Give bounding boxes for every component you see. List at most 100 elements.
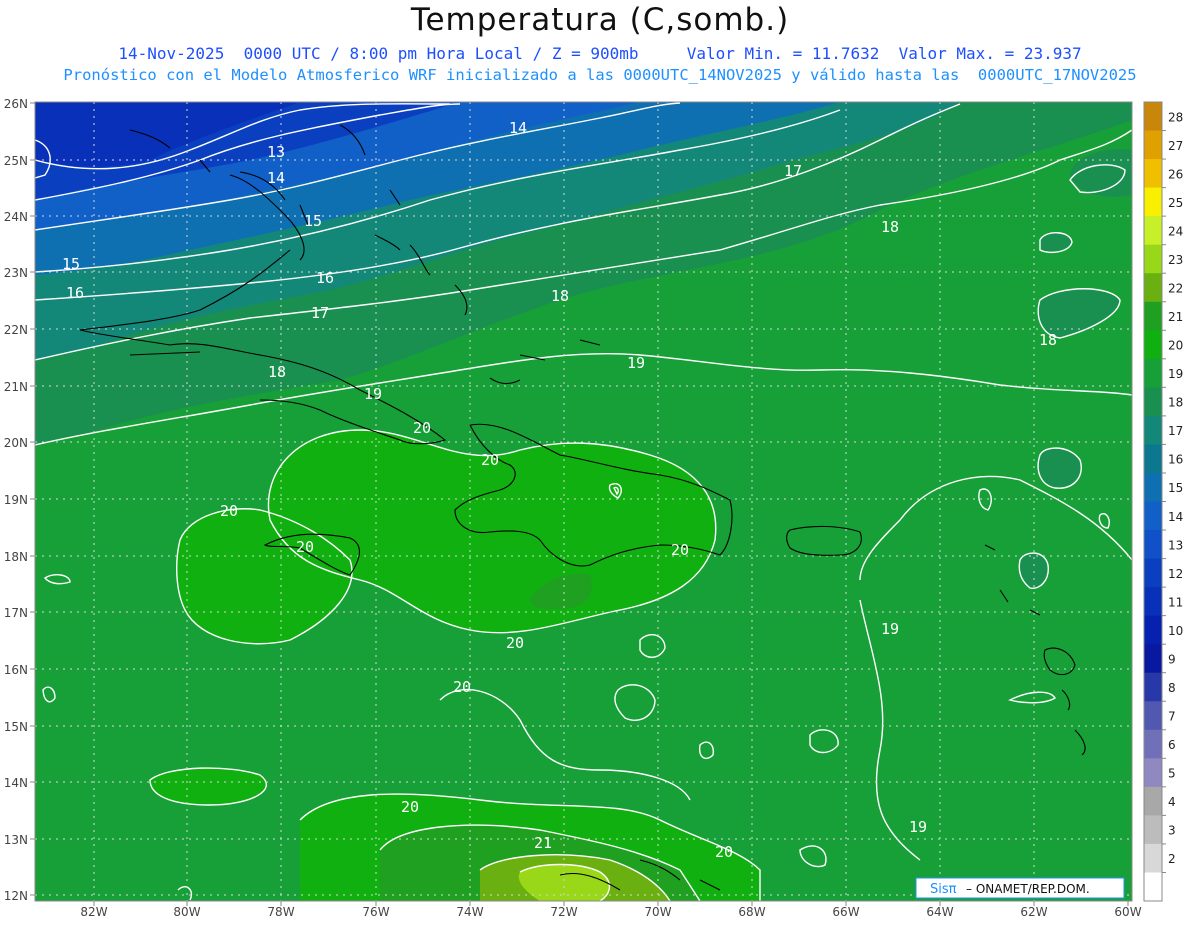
contour-label: 16 bbox=[66, 284, 84, 302]
lon-label: 62W bbox=[1020, 905, 1047, 919]
lat-label: 18N bbox=[4, 550, 28, 564]
contour-label: 20 bbox=[401, 798, 419, 816]
colorbar-label: 11 bbox=[1168, 595, 1183, 609]
lon-axis: 82W 80W 78W 76W 74W 72W 70W 68W 66W 64W … bbox=[80, 905, 1141, 919]
lat-label: 25N bbox=[4, 154, 28, 168]
contour-label: 20 bbox=[506, 634, 524, 652]
lat-label: 13N bbox=[4, 833, 28, 847]
contour-label: 20 bbox=[413, 419, 431, 437]
lon-label: 76W bbox=[362, 905, 389, 919]
colorbar-label: 13 bbox=[1168, 538, 1183, 552]
lat-label: 22N bbox=[4, 323, 28, 337]
contour-label: 20 bbox=[671, 541, 689, 559]
colorbar-swatch bbox=[1144, 701, 1162, 731]
colorbar: 2827262524232221201918171615141312111098… bbox=[1143, 101, 1183, 902]
colorbar-label: 18 bbox=[1168, 396, 1183, 410]
colorbar-label: 14 bbox=[1168, 510, 1183, 524]
contour-label: 18 bbox=[881, 218, 899, 236]
contour-label: 16 bbox=[316, 269, 334, 287]
colorbar-swatch bbox=[1144, 786, 1162, 816]
lat-label: 14N bbox=[4, 776, 28, 790]
lat-label: 16N bbox=[4, 663, 28, 677]
colorbar-swatch bbox=[1144, 530, 1162, 560]
colorbar-swatch bbox=[1144, 358, 1162, 388]
colorbar-label: 20 bbox=[1168, 339, 1183, 353]
colorbar-label: 12 bbox=[1168, 567, 1183, 581]
lon-label: 64W bbox=[926, 905, 953, 919]
contour-label: 17 bbox=[784, 162, 802, 180]
colorbar-swatch bbox=[1144, 273, 1162, 303]
temperature-field bbox=[35, 102, 1132, 901]
contour-label: 20 bbox=[453, 678, 471, 696]
contour-label: 20 bbox=[715, 843, 733, 861]
colorbar-label: 5 bbox=[1168, 767, 1176, 781]
lat-label: 12N bbox=[4, 889, 28, 903]
colorbar-swatch bbox=[1144, 843, 1162, 873]
colorbar-label: 15 bbox=[1168, 481, 1183, 495]
contour-label: 18 bbox=[1039, 331, 1057, 349]
colorbar-swatch bbox=[1144, 415, 1162, 445]
colorbar-swatch bbox=[1144, 444, 1162, 474]
colorbar-label: 22 bbox=[1168, 281, 1183, 295]
lon-ticks bbox=[93, 901, 1129, 906]
lat-ticks bbox=[30, 102, 35, 896]
lat-label: 19N bbox=[4, 493, 28, 507]
colorbar-swatch bbox=[1144, 672, 1162, 702]
map-svg: 14 13 14 15 15 16 16 17 17 18 18 18 18 1… bbox=[4, 97, 1184, 919]
lon-label: 72W bbox=[550, 905, 577, 919]
contour-label: 19 bbox=[909, 818, 927, 836]
colorbar-label: 17 bbox=[1168, 424, 1183, 438]
colorbar-label: 8 bbox=[1168, 681, 1176, 695]
colorbar-swatch bbox=[1144, 872, 1162, 902]
contour-label: 18 bbox=[268, 363, 286, 381]
lon-label: 74W bbox=[456, 905, 483, 919]
colorbar-swatch bbox=[1144, 387, 1162, 417]
colorbar-swatch bbox=[1144, 187, 1162, 217]
colorbar-swatch bbox=[1144, 815, 1162, 845]
contour-label: 18 bbox=[551, 287, 569, 305]
contour-label: 14 bbox=[509, 119, 527, 137]
colorbar-swatch bbox=[1144, 130, 1162, 160]
colorbar-label: 26 bbox=[1168, 167, 1183, 181]
colorbar-swatch bbox=[1144, 330, 1162, 360]
credit-logo: Sisπ bbox=[930, 882, 957, 897]
lat-label: 23N bbox=[4, 266, 28, 280]
contour-label: 15 bbox=[304, 212, 322, 230]
colorbar-label: 27 bbox=[1168, 139, 1183, 153]
colorbar-label: 16 bbox=[1168, 453, 1183, 467]
lon-label: 82W bbox=[80, 905, 107, 919]
colorbar-label: 3 bbox=[1168, 824, 1176, 838]
lon-label: 80W bbox=[173, 905, 200, 919]
colorbar-swatch bbox=[1144, 758, 1162, 788]
colorbar-swatch bbox=[1144, 558, 1162, 588]
lat-label: 26N bbox=[4, 97, 28, 111]
colorbar-swatch bbox=[1144, 244, 1162, 274]
contour-label: 20 bbox=[481, 451, 499, 469]
colorbar-label: 10 bbox=[1168, 624, 1183, 638]
lat-label: 17N bbox=[4, 606, 28, 620]
colorbar-label: 7 bbox=[1168, 710, 1176, 724]
lon-label: 68W bbox=[738, 905, 765, 919]
colorbar-label: 6 bbox=[1168, 738, 1176, 752]
colorbar-swatch bbox=[1144, 501, 1162, 531]
colorbar-label: 4 bbox=[1168, 795, 1176, 809]
colorbar-swatch bbox=[1144, 159, 1162, 189]
contour-label: 21 bbox=[534, 834, 552, 852]
contour-label: 20 bbox=[220, 502, 238, 520]
lat-label: 20N bbox=[4, 436, 28, 450]
colorbar-swatch bbox=[1144, 216, 1162, 246]
colorbar-label: 23 bbox=[1168, 253, 1183, 267]
colorbar-label: 24 bbox=[1168, 224, 1183, 238]
contour-label: 19 bbox=[364, 385, 382, 403]
contour-label: 19 bbox=[881, 620, 899, 638]
colorbar-label: 19 bbox=[1168, 367, 1183, 381]
contour-label: 17 bbox=[311, 304, 329, 322]
colorbar-label: 9 bbox=[1168, 652, 1176, 666]
contour-label: 15 bbox=[62, 255, 80, 273]
lon-label: 70W bbox=[644, 905, 671, 919]
credit-box: Sisπ – ONAMET/REP.DOM. bbox=[915, 877, 1125, 899]
lon-label: 66W bbox=[832, 905, 859, 919]
colorbar-swatch bbox=[1144, 301, 1162, 331]
lat-label: 15N bbox=[4, 720, 28, 734]
colorbar-label: 2 bbox=[1168, 852, 1176, 866]
